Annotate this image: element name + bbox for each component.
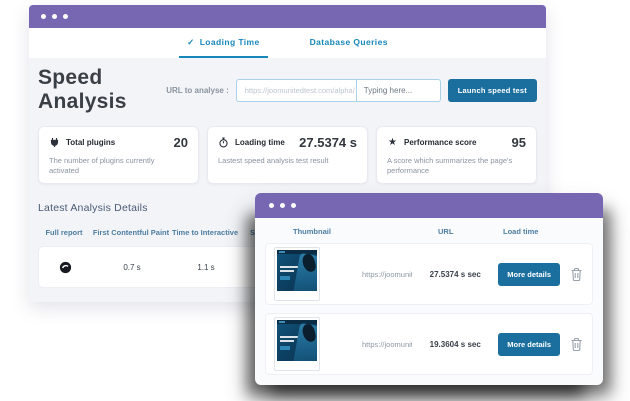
history-window: Thumbnail URL Load time https://joomunit…: [255, 193, 603, 385]
row-url: https://joomunitedtest.com/alpha/: [328, 270, 412, 279]
stat-description: Lastest speed analysis test result: [218, 156, 353, 166]
thumbnail-image[interactable]: [274, 247, 320, 301]
check-icon: ✓: [187, 37, 195, 48]
tti-value: 1.1 s: [173, 263, 239, 272]
url-label: URL to analyse :: [166, 86, 229, 95]
header-load-time: Load time: [503, 227, 593, 236]
header-url: URL: [438, 227, 503, 236]
stat-card-performance-score: ★ Performance score 95 A score which sum…: [376, 126, 537, 184]
history-row: https://joomunitedtest.com/alpha/ 27.537…: [265, 243, 593, 305]
stat-value: 95: [512, 135, 526, 150]
url-form: URL to analyse : https://joomunitedtest.…: [166, 79, 537, 102]
thumbnail-image[interactable]: [274, 317, 320, 371]
header-thumbnail: Thumbnail: [293, 227, 438, 236]
stat-card-loading-time: Loading time 27.5374 s Lastest speed ana…: [207, 126, 368, 184]
tab-database-queries-label: Database Queries: [310, 37, 388, 47]
row-load-time: 19.3604 s sec: [420, 340, 490, 349]
stats-row: Total plugins 20 The number of plugins c…: [38, 126, 537, 184]
header-first-contentful-paint: First Contentful Paint: [90, 228, 172, 237]
row-load-time: 27.5374 s sec: [420, 270, 490, 279]
history-table-header: Thumbnail URL Load time: [255, 218, 603, 243]
window-dots-icon: [41, 14, 68, 19]
stat-card-total-plugins: Total plugins 20 The number of plugins c…: [38, 126, 199, 184]
stat-description: A score which summarizes the page's perf…: [387, 156, 522, 176]
stat-label: Total plugins: [66, 138, 115, 147]
more-details-button[interactable]: More details: [498, 263, 560, 286]
page: ✓ Loading Time Database Queries Speed An…: [0, 0, 630, 401]
stat-value: 27.5374 s: [299, 135, 357, 150]
url-input[interactable]: [357, 80, 440, 101]
url-input-group[interactable]: https://joomunitedtest.com/alpha/: [236, 79, 441, 102]
star-icon: ★: [387, 137, 398, 148]
stat-label: Performance score: [404, 138, 476, 147]
tab-database-queries[interactable]: Database Queries: [302, 28, 396, 58]
launch-speed-test-button[interactable]: Launch speed test: [448, 79, 537, 102]
stopwatch-icon: [218, 137, 229, 148]
header-row: Speed Analysis URL to analyse : https://…: [38, 58, 537, 102]
url-prefix: https://joomunitedtest.com/alpha/: [237, 80, 357, 101]
report-icon[interactable]: [39, 261, 91, 274]
history-window-titlebar: [255, 193, 603, 218]
row-url: https://joomunitedtest.com/alpha/: [328, 340, 412, 349]
tab-loading-time-label: Loading Time: [200, 37, 260, 47]
stat-value: 20: [174, 135, 188, 150]
tab-bar: ✓ Loading Time Database Queries: [29, 28, 546, 58]
trash-icon[interactable]: [568, 335, 584, 353]
fcp-value: 0.7 s: [91, 263, 173, 272]
trash-icon[interactable]: [568, 265, 584, 283]
stat-description: The number of plugins currently activate…: [49, 156, 184, 176]
history-row: https://joomunitedtest.com/alpha/ 19.360…: [265, 313, 593, 375]
main-window-titlebar: [29, 5, 546, 28]
stat-label: Loading time: [235, 138, 285, 147]
page-title: Speed Analysis: [38, 66, 166, 114]
header-full-report: Full report: [38, 228, 90, 237]
window-dots-icon: [269, 203, 296, 208]
plug-icon: [49, 137, 60, 148]
tab-loading-time[interactable]: ✓ Loading Time: [179, 28, 267, 58]
header-time-to-interactive: Time to Interactive: [172, 228, 238, 237]
more-details-button[interactable]: More details: [498, 333, 560, 356]
